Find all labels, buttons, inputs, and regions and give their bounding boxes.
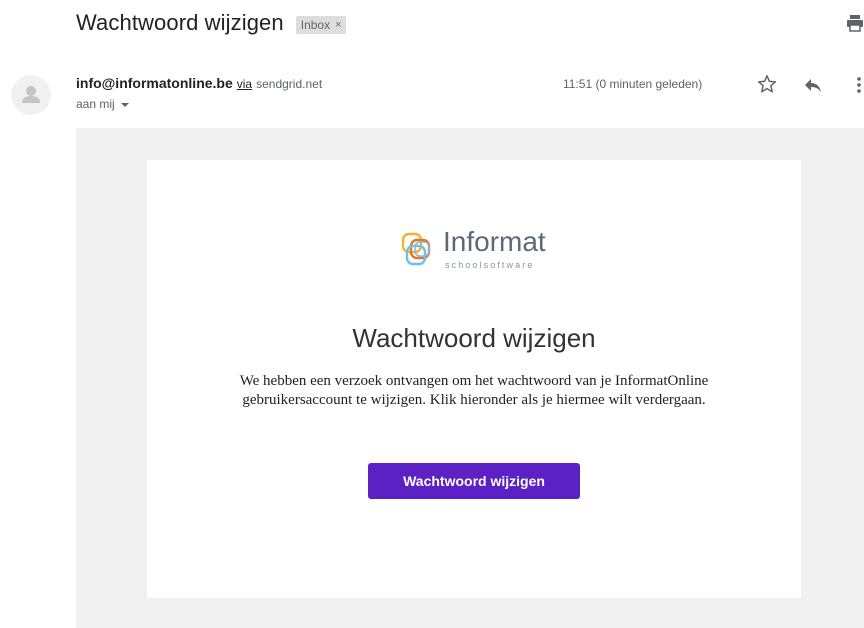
change-password-button[interactable]: Wachtwoord wijzigen <box>368 463 580 499</box>
informat-logo: Informat schoolsoftware <box>397 226 557 276</box>
email-body-text: We hebben een verzoek ontvangen om het w… <box>239 373 709 408</box>
via-domain: sendgrid.net <box>256 77 323 91</box>
email-card: Informat schoolsoftware Wachtwoord wijzi… <box>147 160 801 598</box>
avatar-icon <box>22 86 40 103</box>
reply-icon[interactable] <box>803 76 823 94</box>
chevron-down-icon[interactable] <box>120 103 129 107</box>
sender-email[interactable]: info@informatonline.be <box>76 75 233 91</box>
via-link[interactable]: via <box>237 77 252 91</box>
star-icon[interactable] <box>756 73 778 95</box>
email-heading: Wachtwoord wijzigen <box>352 323 596 353</box>
inbox-label-text: Inbox <box>300 17 331 32</box>
email-subject: Wachtwoord wijzigen <box>76 10 284 35</box>
message-timestamp: 11:51 (0 minuten geleden) <box>563 77 703 91</box>
logo-tagline: schoolsoftware <box>445 260 535 270</box>
printer-icon[interactable] <box>846 14 864 32</box>
recipient-line[interactable]: aan mij <box>76 97 129 111</box>
informat-logo-mark-icon <box>401 232 431 266</box>
more-vert-icon[interactable] <box>855 75 863 95</box>
sender-avatar[interactable] <box>11 75 51 115</box>
sender-line: info@informatonline.be via sendgrid.net <box>76 75 322 91</box>
email-body: Informat schoolsoftware Wachtwoord wijzi… <box>76 128 864 628</box>
remove-label-button[interactable]: × <box>335 19 341 31</box>
logo-wordmark: Informat <box>443 226 546 257</box>
inbox-label-badge[interactable]: Inbox × <box>295 15 346 34</box>
subject-row: Wachtwoord wijzigen Inbox × <box>76 8 346 38</box>
recipient-text: aan mij <box>76 97 115 111</box>
